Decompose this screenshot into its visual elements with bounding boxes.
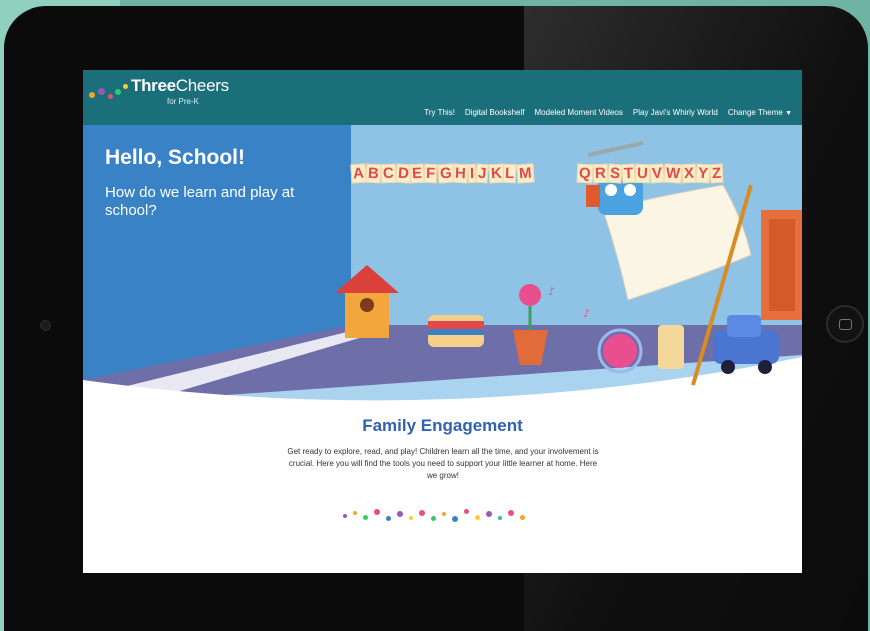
hero-subtitle: How do we learn and play at school? xyxy=(105,184,295,219)
decorative-dots-icon xyxy=(343,504,543,524)
banner-letter: B xyxy=(365,163,382,184)
section-body: Get ready to explore, read, and play! Ch… xyxy=(287,447,599,480)
chevron-down-icon: ▼ xyxy=(785,110,792,117)
home-button-icon[interactable] xyxy=(826,305,864,343)
nav-item-try-this[interactable]: Try This! xyxy=(424,108,455,117)
banner-letter: Y xyxy=(695,163,711,184)
change-theme-dropdown[interactable]: Change Theme ▼ xyxy=(728,108,792,117)
hero-title: Hello, School! xyxy=(105,146,246,169)
banner-letter: Q xyxy=(576,163,594,184)
banner-letter: E xyxy=(409,163,425,184)
banner-letter: G xyxy=(436,163,454,184)
brand-tagline: for Pre-K xyxy=(167,97,200,106)
banner-letter: A xyxy=(350,163,367,184)
banner-letter: D xyxy=(394,163,412,184)
banner-letter: L xyxy=(503,163,517,184)
brand-name-light: Cheers xyxy=(175,76,229,95)
banner-letter: V xyxy=(649,163,665,184)
hero-banner: ♪ ♪ Hello, School! How do we learn and p… xyxy=(83,125,802,405)
banner-letter: M xyxy=(515,163,534,184)
brand-name-bold: Three xyxy=(131,76,176,95)
banner-letter: U xyxy=(634,163,650,184)
banner-letter: K xyxy=(488,163,504,184)
section-title: Family Engagement xyxy=(362,416,523,435)
banner-letter: H xyxy=(452,163,469,184)
alphabet-banner: A B C D E F G H I J K L M Q R S T U V W … xyxy=(350,163,724,184)
banner-letter: C xyxy=(380,163,396,184)
banner-letter: Z xyxy=(709,163,724,184)
top-navigation-bar: ThreeCheers for Pre-K Try This! Digital … xyxy=(83,70,802,125)
main-nav: Try This! Digital Bookshelf Modeled Mome… xyxy=(424,108,792,117)
banner-letter: S xyxy=(606,163,623,184)
banner-letter: W xyxy=(663,163,683,184)
brand-logo[interactable]: ThreeCheers xyxy=(131,76,229,96)
svg-text:♪: ♪ xyxy=(548,285,555,298)
banner-letter: F xyxy=(424,163,438,184)
banner-letter: X xyxy=(681,163,697,184)
banner-letter: R xyxy=(592,163,608,184)
banner-letter: T xyxy=(621,163,636,184)
svg-text:♪: ♪ xyxy=(583,307,590,320)
banner-letter: J xyxy=(475,163,490,184)
nav-item-modeled-moment-videos[interactable]: Modeled Moment Videos xyxy=(535,108,623,117)
change-theme-label: Change Theme xyxy=(727,108,783,117)
camera-icon xyxy=(40,320,51,331)
web-page: ThreeCheers for Pre-K Try This! Digital … xyxy=(83,70,802,573)
nav-item-javis-whirly-world[interactable]: Play Javi's Whirly World xyxy=(633,108,718,117)
nav-item-digital-bookshelf[interactable]: Digital Bookshelf xyxy=(465,108,525,117)
